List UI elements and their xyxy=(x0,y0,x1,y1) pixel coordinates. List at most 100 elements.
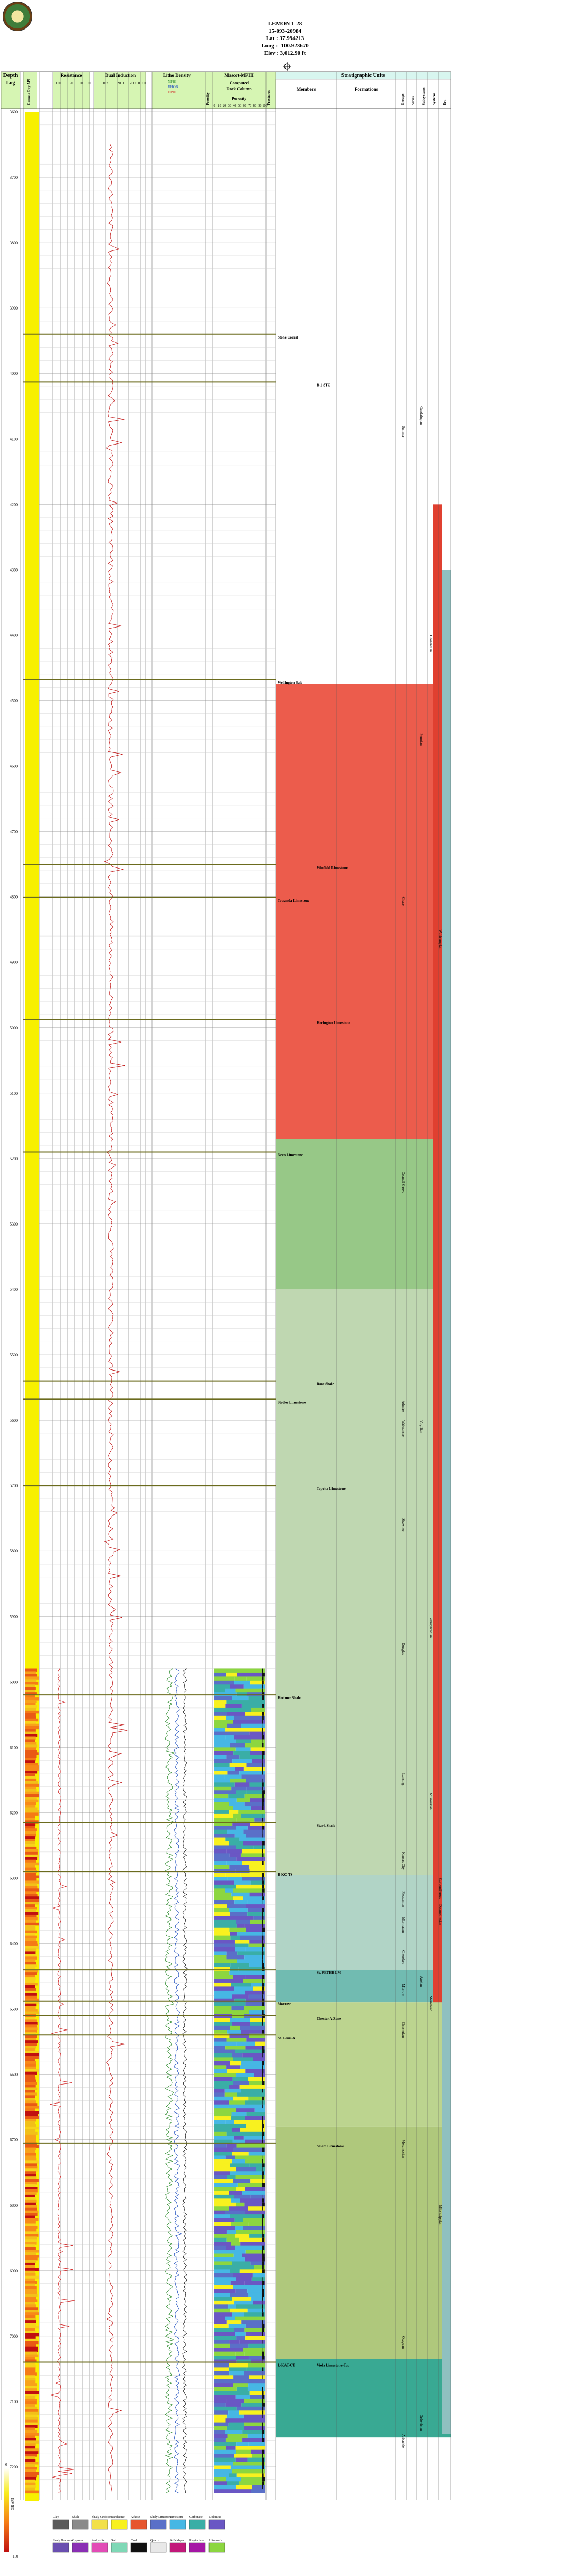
mascot-lith-cell xyxy=(236,2336,246,2340)
mascot-lith-cell xyxy=(244,2006,265,2011)
mascot-lith-cell xyxy=(254,2108,265,2112)
gr-bar xyxy=(25,2328,35,2331)
mascot-lith-cell xyxy=(214,1813,233,1818)
mascot-lith-cell xyxy=(234,2194,251,2199)
system-label: Guadalupian xyxy=(419,406,423,425)
mascot-lith-cell xyxy=(214,1884,236,1889)
gr-bar xyxy=(25,2262,35,2266)
gr-bar xyxy=(25,1914,37,1918)
mascot-lith-cell xyxy=(226,2183,238,2187)
gr-bar xyxy=(25,2009,38,2012)
mascot-lith-cell xyxy=(230,2281,245,2285)
mascot-lith-cell xyxy=(226,2398,244,2403)
gr-bar xyxy=(25,2061,36,2064)
mascot-lith-cell xyxy=(231,1892,250,1897)
mascot-lith-cell xyxy=(229,2206,248,2211)
mascot-lith-cell xyxy=(214,2343,230,2348)
gr-bar xyxy=(25,1765,39,1769)
gr-bar xyxy=(25,2286,37,2290)
gr-bar xyxy=(25,2158,37,2161)
mascot-lith-cell xyxy=(241,2477,265,2482)
mascot-lith-cell xyxy=(241,2403,265,2407)
mascot-lith-cell xyxy=(226,1959,238,1964)
mascot-lith-cell xyxy=(226,2320,242,2324)
mascot-lith-cell xyxy=(239,1837,265,1842)
depth-tick-label: 3900 xyxy=(10,306,18,311)
mascot-lith-cell xyxy=(214,1739,236,1744)
mascot-porosity-bar xyxy=(262,1916,264,1920)
mascot-porosity-bar xyxy=(262,2292,264,2297)
mascot-lith-cell xyxy=(234,1998,246,2003)
legend-swatch xyxy=(111,2519,128,2530)
depth-tick-label: 6400 xyxy=(10,1942,18,1946)
gr-bar xyxy=(25,2145,39,2148)
mascot-lith-cell xyxy=(226,1700,235,1704)
gr-bar xyxy=(25,2404,35,2407)
gr-bar xyxy=(25,2409,39,2413)
mascot-lith-cell xyxy=(214,1774,225,1779)
gr-bar xyxy=(25,1854,39,1858)
gr-bar xyxy=(25,1812,39,1816)
groups-title: Groups xyxy=(401,93,405,105)
mascot-porosity-bar xyxy=(262,2375,263,2379)
mascot-lith-cell xyxy=(234,1676,247,1681)
mascot-lith-cell xyxy=(234,2136,244,2140)
gr-bar xyxy=(25,2367,36,2370)
mascot-lith-cell xyxy=(241,1774,265,1779)
gr-bar xyxy=(25,1783,39,1787)
member-label: B-KC-TS xyxy=(278,1873,293,1877)
mascot-lith-cell xyxy=(236,2073,254,2078)
mascot-lith-cell xyxy=(227,1723,241,1728)
mascot-lith-cell xyxy=(232,2159,245,2164)
mascot-porosity-bar xyxy=(262,2049,265,2053)
legend-label: Sandstone xyxy=(111,2516,125,2519)
mascot-lith-cell xyxy=(214,1829,227,1834)
mascot-lith-cell xyxy=(214,2426,227,2430)
mascot-lith-cell xyxy=(214,1747,236,1752)
gr-bar xyxy=(25,1718,39,1722)
subsystems-title: Subsystems xyxy=(422,87,426,105)
mascot-porosity-bar xyxy=(262,2234,264,2238)
mascot-lith-cell xyxy=(214,2371,230,2376)
gr-bar xyxy=(25,2378,36,2381)
mascot-lith-cell xyxy=(246,2038,265,2042)
mascot-lith-cell xyxy=(214,2277,236,2282)
gr-bar xyxy=(25,2386,37,2389)
mascot-lith-cell xyxy=(231,2116,245,2120)
gr-bar xyxy=(25,1726,39,1730)
mascot-lith-cell xyxy=(233,2383,249,2388)
mascot-porosity-bar xyxy=(262,2434,263,2438)
mascot-lith-cell xyxy=(239,2410,265,2415)
dual-induction-title: Dual Induction xyxy=(105,73,136,78)
depth-tick-label: 4100 xyxy=(10,437,18,441)
mascot-lith-cell xyxy=(214,1688,225,1693)
mascot-lith-cell xyxy=(240,2128,265,2133)
mascot-lith-cell xyxy=(214,1837,226,1842)
mascot-lith-cell xyxy=(231,2348,243,2352)
mascot-lith-cell xyxy=(214,2152,232,2156)
mascot-lith-cell xyxy=(251,1739,265,1744)
mascot-lith-cell xyxy=(243,1829,265,1834)
mascot-lith-cell xyxy=(214,2320,227,2324)
mascot-porosity-bar xyxy=(262,1849,263,1854)
mascot-tick-label: 70 xyxy=(248,104,251,108)
mascot-lith-cell xyxy=(234,2418,265,2423)
gr-bar xyxy=(25,1710,39,1714)
mascot-porosity-bar xyxy=(262,2387,263,2391)
mascot-lith-cell xyxy=(214,2100,229,2105)
mascot-lith-cell xyxy=(214,2292,230,2297)
mascot-porosity-bar xyxy=(262,2312,264,2317)
mascot-porosity-bar xyxy=(262,2351,264,2356)
gr-bar xyxy=(25,2411,39,2415)
mascot-lith-cell xyxy=(231,1668,239,1673)
mascot-lith-cell xyxy=(227,1904,246,1908)
mascot-lith-cell xyxy=(243,2218,265,2223)
gr-bar xyxy=(25,2234,39,2237)
mascot-lith-cell xyxy=(214,1979,232,1983)
legend-swatch xyxy=(169,2542,186,2553)
mascot-lith-cell xyxy=(236,2356,249,2360)
mascot-lith-cell xyxy=(249,2033,265,2038)
gr-bar xyxy=(25,1679,37,1682)
gr-bar xyxy=(25,1982,38,1986)
gr-bar xyxy=(25,1902,39,1905)
